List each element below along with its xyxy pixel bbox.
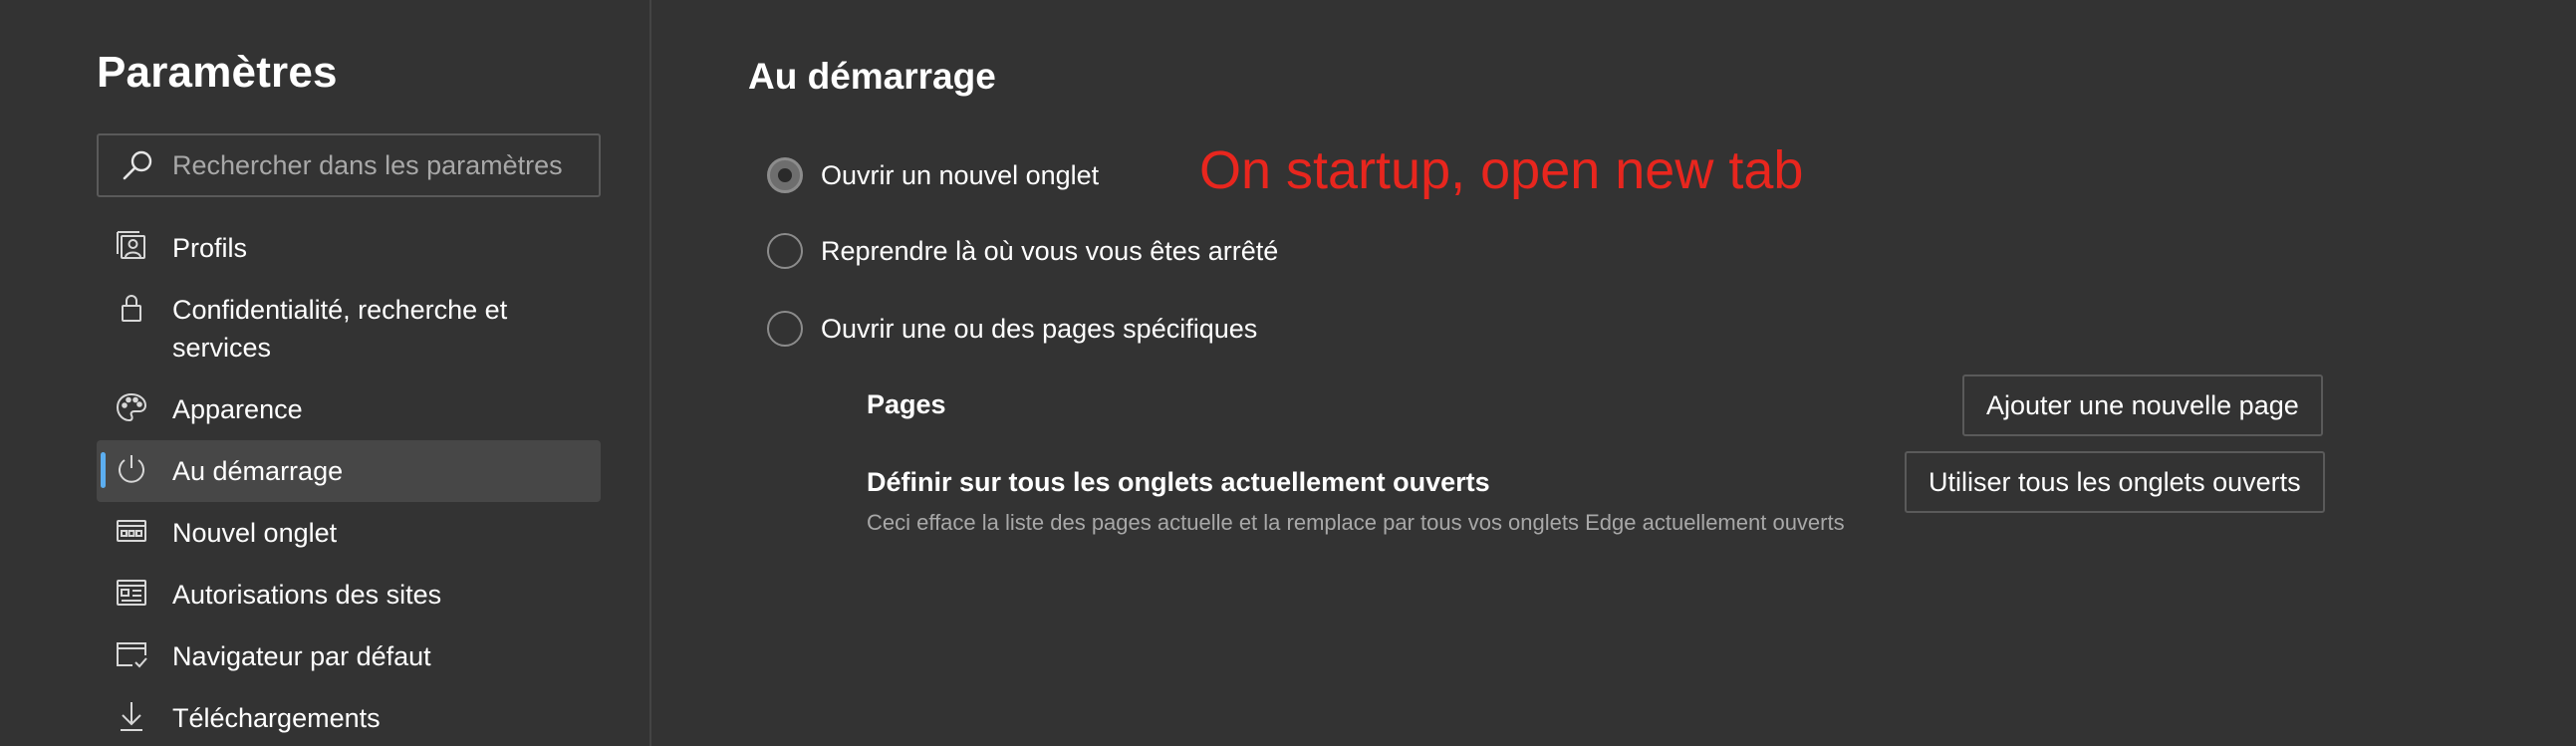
search-input[interactable] (172, 149, 599, 181)
lock-icon (115, 291, 148, 325)
sidebar-item-navigateur-par-defaut[interactable]: Navigateur par défaut (97, 625, 601, 687)
radio-button[interactable] (767, 311, 803, 347)
set-all-tabs-label: Définir sur tous les onglets actuellemen… (867, 467, 1490, 497)
radio-button[interactable] (767, 233, 803, 269)
sidebar-item-label: Navigateur par défaut (172, 641, 431, 671)
option-new-tab[interactable]: Ouvrir un nouvel onglet (767, 157, 1099, 193)
download-icon (115, 699, 148, 733)
sidebar-item-label: Téléchargements (172, 703, 381, 733)
option-label: Reprendre là où vous vous êtes arrêté (821, 235, 1279, 266)
new-tab-icon (115, 514, 148, 548)
option-continue[interactable]: Reprendre là où vous vous êtes arrêté (767, 233, 1278, 269)
sidebar-item-au-demarrage[interactable]: Au démarrage (97, 440, 601, 502)
profile-icon (115, 229, 148, 263)
power-icon (115, 452, 148, 486)
use-all-tabs-button[interactable]: Utiliser tous les onglets ouverts (1905, 451, 2325, 513)
sidebar-title: Paramètres (97, 48, 338, 97)
sidebar-item-label: Nouvel onglet (172, 518, 338, 548)
sidebar-item-label: Apparence (172, 394, 303, 424)
sidebar-item-label: Profils (172, 233, 248, 263)
sidebar-item-label: Au démarrage (172, 456, 344, 486)
sidebar-item-confidentialite[interactable]: Confidentialité, recherche et services (97, 279, 601, 378)
sidebar-item-profils[interactable]: Profils (97, 217, 601, 279)
sidebar-item-label: Confidentialité, recherche et services (172, 295, 508, 363)
sidebar-item-apparence[interactable]: Apparence (97, 378, 601, 440)
sidebar-item-telechargements[interactable]: Téléchargements (97, 687, 601, 746)
radio-button-checked[interactable] (767, 157, 803, 193)
sidebar-item-nouvel-onglet[interactable]: Nouvel onglet (97, 502, 601, 564)
sidebar: Paramètres Prof (0, 0, 651, 746)
palette-icon (115, 390, 148, 424)
main-content: Au démarrage Ouvrir un nouvel onglet On … (651, 0, 2576, 746)
settings-window: Paramètres Prof (0, 0, 2576, 746)
sidebar-nav: Profils Confidentialité, recherche et se… (97, 217, 601, 746)
page-title: Au démarrage (748, 56, 996, 97)
option-label: Ouvrir une ou des pages spécifiques (821, 313, 1258, 344)
set-all-tabs-description: Ceci efface la liste des pages actuelle … (867, 510, 1845, 535)
add-page-button[interactable]: Ajouter une nouvelle page (1962, 374, 2323, 436)
option-specific-pages[interactable]: Ouvrir une ou des pages spécifiques (767, 311, 1257, 347)
option-label: Ouvrir un nouvel onglet (821, 159, 1100, 190)
site-permissions-icon (115, 576, 148, 610)
sidebar-item-label: Autorisations des sites (172, 580, 442, 610)
sidebar-item-autorisations[interactable]: Autorisations des sites (97, 564, 601, 625)
pages-label: Pages (867, 389, 946, 419)
annotation-text: On startup, open new tab (1199, 140, 1804, 200)
default-browser-icon (115, 637, 148, 671)
search-icon (121, 147, 156, 183)
search-box[interactable] (97, 133, 601, 197)
